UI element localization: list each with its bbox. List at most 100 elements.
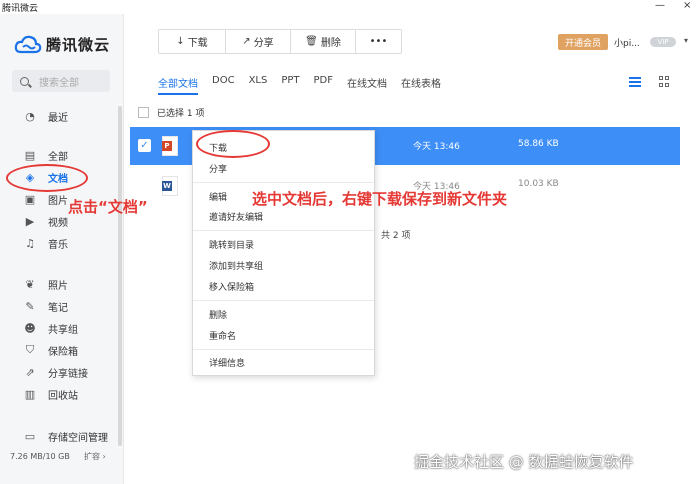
menu-divider — [193, 230, 374, 231]
download-button[interactable]: ↓ 下载 — [159, 30, 226, 53]
more-button[interactable]: ••• — [356, 30, 401, 53]
sidebar-item-recent[interactable]: ◔ 最近 — [0, 105, 120, 127]
sidebar-item-label: 笔记 — [48, 302, 68, 314]
menu-item-edit[interactable]: 编辑 — [209, 190, 227, 203]
tab-ppt[interactable]: PPT — [281, 75, 299, 95]
document-filter-tabs: 全部文档 DOC XLS PPT PDF 在线文档 在线表格 — [158, 75, 441, 95]
tab-pdf[interactable]: PDF — [314, 75, 333, 95]
menu-item-rename[interactable]: 重命名 — [209, 329, 236, 342]
menu-item-move-to-safe[interactable]: 移入保险箱 — [209, 280, 254, 293]
sidebar-item-share-links[interactable]: ⇗ 分享链接 — [0, 361, 120, 383]
menu-divider — [193, 349, 374, 350]
storage-usage: 7.26 MB/10 GB — [10, 452, 70, 461]
trash-icon: ▥ — [24, 387, 36, 401]
leaf-icon: ❦ — [25, 277, 35, 291]
window-title: 腾讯微云 — [2, 4, 39, 14]
tab-online-sheets[interactable]: 在线表格 — [401, 75, 441, 95]
delete-label: 删除 — [320, 38, 341, 49]
sidebar-item-label: 音乐 — [48, 239, 68, 251]
sidebar-item-label: 存储空间管理 — [48, 432, 108, 444]
share-label: 分享 — [253, 38, 274, 49]
title-bar: 腾讯微云 — × — [0, 0, 700, 14]
menu-divider — [193, 182, 374, 183]
cloud-logo-icon — [14, 35, 42, 53]
image-icon: ▣ — [24, 192, 36, 206]
file-size: 10.03 KB — [518, 179, 559, 189]
logo-text: 腾讯微云 — [46, 36, 111, 54]
play-icon: ▶ — [25, 214, 35, 228]
word-file-icon: W — [162, 176, 178, 196]
username[interactable]: 小pi... — [614, 36, 640, 49]
menu-item-add-to-group[interactable]: 添加到共享组 — [209, 259, 263, 272]
menu-item-details[interactable]: 详细信息 — [209, 356, 245, 369]
file-toolbar: ↓ 下载 ↗ 分享 🗑 删除 ••• — [158, 29, 402, 54]
file-modified-time: 今天 13:46 — [413, 142, 460, 152]
sidebar-item-storage-management[interactable]: ▭ 存储空间管理 — [0, 425, 120, 447]
list-view-icon[interactable] — [629, 77, 641, 87]
logo: 腾讯微云 — [14, 34, 110, 55]
sidebar-item-all[interactable]: ▤ 全部 — [0, 144, 120, 166]
download-icon: ↓ — [176, 36, 185, 47]
file-size: 58.86 KB — [518, 139, 559, 149]
close-button[interactable]: × — [683, 0, 691, 12]
sidebar-item-photos[interactable]: ❦ 照片 — [0, 273, 120, 295]
sidebar-item-label: 视频 — [48, 217, 68, 229]
menu-divider — [193, 300, 374, 301]
expand-storage-link[interactable]: 扩容 › — [84, 451, 106, 462]
ppt-file-icon: P — [162, 136, 178, 156]
sidebar-item-label: 最近 — [48, 112, 68, 124]
context-menu: 下载 分享 编辑 邀请好友编辑 跳转到目录 添加到共享组 移入保险箱 删除 重命… — [192, 130, 375, 376]
open-vip-button[interactable]: 开通会员 — [558, 34, 608, 50]
documents-highlight-ring — [6, 164, 88, 192]
sidebar: 腾讯微云 搜索全部 ◔ 最近 ▤ 全部 ◈ 文档 ▣ 图片 ▶ 视频 ♫ 音乐 … — [0, 14, 124, 484]
menu-item-invite-edit[interactable]: 邀请好友编辑 — [209, 210, 263, 223]
sidebar-item-shared-groups[interactable]: ☻ 共享组 — [0, 317, 120, 339]
shield-icon: ⛉ — [25, 343, 35, 356]
sidebar-item-notes[interactable]: ✎ 笔记 — [0, 295, 120, 317]
annotation-instruction: 选中文档后，右键下载保存到新文件夹 — [252, 190, 508, 208]
trash-icon: 🗑 — [305, 36, 318, 47]
chevron-down-icon[interactable]: ▾ — [684, 36, 688, 45]
search-placeholder: 搜索全部 — [39, 77, 79, 89]
tab-online-docs[interactable]: 在线文档 — [347, 75, 387, 95]
annotation-click-documents: 点击“文档” — [68, 198, 148, 216]
selection-summary: 已选择 1 项 — [138, 106, 204, 119]
select-all-checkbox[interactable] — [138, 107, 149, 118]
grid-view-icon[interactable] — [659, 76, 670, 87]
file-icon: ▤ — [24, 148, 36, 162]
menu-item-go-to-folder[interactable]: 跳转到目录 — [209, 238, 254, 251]
watermark: 掘金技术社区 @ 数据蛙恢复软件 — [414, 453, 634, 471]
download-highlight-ring — [196, 130, 270, 158]
sidebar-item-music[interactable]: ♫ 音乐 — [0, 232, 120, 254]
selection-count: 已选择 1 项 — [157, 109, 205, 119]
sidebar-item-recycle-bin[interactable]: ▥ 回收站 — [0, 383, 120, 405]
sidebar-item-label: 回收站 — [48, 390, 78, 402]
share-button[interactable]: ↗ 分享 — [226, 30, 291, 53]
row-checkbox[interactable]: ✓ — [138, 139, 151, 152]
more-icon: ••• — [369, 36, 388, 47]
sidebar-item-label: 全部 — [48, 151, 68, 163]
search-icon — [20, 76, 29, 86]
tab-doc[interactable]: DOC — [212, 75, 235, 95]
music-icon: ♫ — [25, 236, 35, 250]
delete-button[interactable]: 🗑 删除 — [291, 30, 356, 53]
tab-all-documents[interactable]: 全部文档 — [158, 75, 198, 95]
menu-item-delete[interactable]: 删除 — [209, 308, 227, 321]
clock-icon: ◔ — [25, 109, 35, 123]
minimize-button[interactable]: — — [655, 0, 665, 12]
pen-icon: ✎ — [25, 299, 35, 313]
tab-xls[interactable]: XLS — [249, 75, 268, 95]
sidebar-item-label: 保险箱 — [48, 346, 78, 358]
sidebar-item-label: 共享组 — [48, 324, 78, 336]
menu-item-share[interactable]: 分享 — [209, 162, 227, 175]
sidebar-item-safe[interactable]: ⛉ 保险箱 — [0, 339, 120, 361]
share-icon: ↗ — [242, 36, 251, 47]
search-input[interactable]: 搜索全部 — [12, 70, 110, 92]
share-link-icon: ⇗ — [25, 365, 35, 379]
sidebar-item-label: 图片 — [48, 195, 68, 207]
download-label: 下载 — [187, 38, 208, 49]
sidebar-item-label: 照片 — [48, 280, 68, 292]
sidebar-scrollbar[interactable] — [118, 106, 122, 446]
sidebar-item-label: 分享链接 — [48, 368, 88, 380]
users-icon: ☻ — [24, 321, 36, 335]
